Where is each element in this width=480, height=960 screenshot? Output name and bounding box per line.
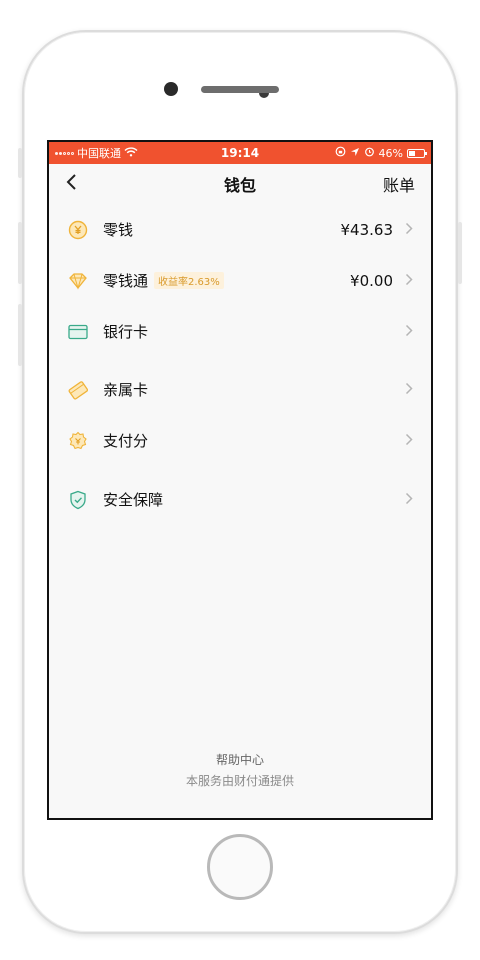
footer: 帮助中心 本服务由财付通提供 xyxy=(49,750,431,792)
volume-up-button xyxy=(18,222,22,284)
chevron-right-icon xyxy=(401,490,413,509)
provider-note: 本服务由财付通提供 xyxy=(185,774,294,788)
list-item-label: 零钱通 xyxy=(103,272,149,290)
list-item-bank-card[interactable]: 银行卡 xyxy=(49,306,431,357)
earpiece-speaker xyxy=(201,86,279,93)
list-item-label: 支付分 xyxy=(103,432,149,450)
list-item-security[interactable]: 安全保障 xyxy=(49,474,431,525)
list-item-label: 零钱 xyxy=(103,221,134,239)
chevron-right-icon xyxy=(401,322,413,341)
list-item-label: 安全保障 xyxy=(103,491,164,509)
battery-percent: 46% xyxy=(378,146,403,160)
chevron-right-icon xyxy=(401,380,413,399)
location-icon xyxy=(350,147,360,160)
power-button xyxy=(458,222,462,284)
family-card-icon xyxy=(67,379,89,401)
lingqiantong-balance: ¥0.00 xyxy=(350,271,393,290)
bill-button[interactable]: 账单 xyxy=(383,172,415,196)
chevron-right-icon xyxy=(401,271,413,290)
diamond-icon xyxy=(67,270,89,292)
battery-level xyxy=(409,150,416,156)
list-item-label: 亲属卡 xyxy=(103,381,149,399)
home-button[interactable] xyxy=(207,834,273,900)
screen: 中国联通 19:14 46% 钱包 账单 零钱 ¥43.63 零钱通 收益率2.… xyxy=(47,140,433,820)
list-item-change[interactable]: 零钱 ¥43.63 xyxy=(49,204,431,255)
list-item-label: 银行卡 xyxy=(103,323,149,341)
rotation-lock-icon xyxy=(335,146,346,160)
chevron-right-icon xyxy=(401,431,413,450)
chevron-right-icon xyxy=(401,220,413,239)
help-center-link[interactable]: 帮助中心 xyxy=(49,750,431,771)
list-item-pay-score[interactable]: 支付分 xyxy=(49,415,431,466)
carrier-label: 中国联通 xyxy=(77,147,121,160)
battery-icon xyxy=(407,148,427,158)
mute-switch xyxy=(18,148,22,178)
list-item-lingqiantong[interactable]: 零钱通 收益率2.63% ¥0.00 xyxy=(49,255,431,306)
volume-down-button xyxy=(18,304,22,366)
back-button[interactable] xyxy=(65,172,89,197)
bank-card-icon xyxy=(67,321,89,343)
alarm-icon xyxy=(364,146,375,160)
wifi-icon xyxy=(124,146,138,160)
change-balance: ¥43.63 xyxy=(340,220,394,239)
shield-icon xyxy=(67,489,89,511)
front-camera xyxy=(164,82,178,96)
list-item-family-card[interactable]: 亲属卡 xyxy=(49,364,431,415)
yield-rate-badge: 收益率2.63% xyxy=(154,272,224,289)
chevron-left-icon xyxy=(66,173,76,190)
page-title: 钱包 xyxy=(223,176,256,195)
signal-icon xyxy=(55,151,74,155)
nav-bar: 钱包 账单 xyxy=(49,164,431,204)
status-bar: 中国联通 19:14 46% xyxy=(49,142,431,164)
pay-score-icon xyxy=(67,430,89,452)
wallet-list: 零钱 ¥43.63 零钱通 收益率2.63% ¥0.00 银行卡 亲属卡 支付分… xyxy=(49,204,431,525)
yuan-coin-icon xyxy=(67,219,89,241)
